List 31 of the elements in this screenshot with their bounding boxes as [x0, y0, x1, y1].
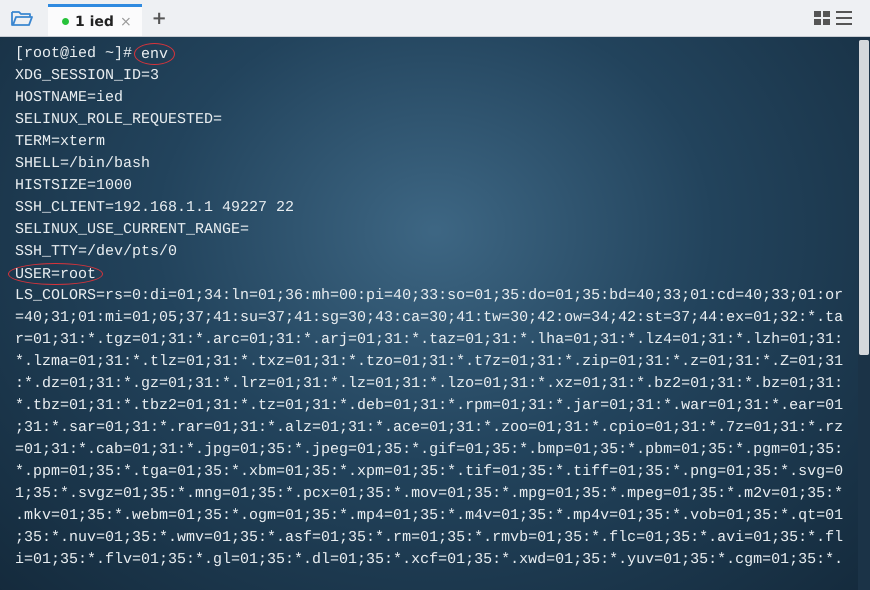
output-line: SHELL=/bin/bash	[15, 154, 150, 174]
output-line: SSH_CLIENT=192.168.1.1 49227 22	[15, 198, 294, 218]
output-line: r=01;31:*.tgz=01;31:*.arc=01;31:*.arj=01;31:*.taz=01;31:*.lha=01;31:*.lz4=01;31:*.lzh=01;31:	[15, 330, 844, 350]
output-line: LS_COLORS=rs=0:di=01;34:ln=01;36:mh=00:pi=40;33:so=01;35:do=01;35:bd=40;33;01:cd=40;33;01:or	[15, 286, 844, 306]
output-line: SELINUX_ROLE_REQUESTED=	[15, 110, 222, 130]
output-line: ;35:*.nuv=01;35:*.wmv=01;35:*.asf=01;35:*.rm=01;35:*.rmvb=01;35:*.flc=01;35:*.avi=01;35:*.fl	[15, 528, 844, 548]
output-line: .mkv=01;35:*.webm=01;35:*.ogm=01;35:*.mp4=01;35:*.m4v=01;35:*.mp4v=01;35:*.vob=01;35:*.qt=01	[15, 506, 844, 526]
output-line: ;31:*.sar=01;31:*.rar=01;31:*.alz=01;31:*.ace=01;31:*.zoo=01;31:*.cpio=01;31:*.7z=01;31:*.rz	[15, 418, 844, 438]
output-line: i=01;35:*.flv=01;35:*.gl=01;35:*.dl=01;35:*.xcf=01;35:*.xwd=01;35:*.yuv=01;35:*.cgm=01;35:*.	[15, 550, 844, 570]
output-line: *.tbz=01;31:*.tbz2=01;31:*.tz=01;31:*.deb=01;31:*.rpm=01;31:*.jar=01;31:*.war=01;31:*.ear=01	[15, 396, 844, 416]
output-line: :*.dz=01;31:*.gz=01;31:*.lrz=01;31:*.lz=01;31:*.lzo=01;31:*.xz=01;31:*.bz2=01;31:*.bz=01;31:	[15, 374, 844, 394]
scrollbar[interactable]	[858, 37, 870, 590]
output-line: SELINUX_USE_CURRENT_RANGE=	[15, 220, 250, 240]
output-line: 1;35:*.svgz=01;35:*.mng=01;35:*.pcx=01;35:*.mov=01;35:*.mpg=01;35:*.mpeg=01;35:*.m2v=01;35:*	[15, 484, 844, 504]
output-line: HISTSIZE=1000	[15, 176, 132, 196]
grid-icon[interactable]	[814, 11, 830, 25]
output-line: *.lzma=01;31:*.tlz=01;31:*.txz=01;31:*.tzo=01;31:*.t7z=01;31:*.zip=01;31:*.z=01;31:*.Z=01;31	[15, 352, 844, 372]
shell-prompt: [root@ied ~]#	[15, 44, 132, 64]
output-line: TERM=xterm	[15, 132, 106, 152]
menu-icon[interactable]	[836, 11, 852, 25]
scrollbar-thumb[interactable]	[859, 40, 869, 355]
output-line: SSH_TTY=/dev/pts/0	[15, 242, 178, 262]
output-line: *.ppm=01;35:*.tga=01;35:*.xbm=01;35:*.xpm=01;35:*.tif=01;35:*.tiff=01;35:*.png=01;35:*.svg=0	[15, 462, 844, 482]
new-tab-button[interactable]: +	[152, 8, 167, 28]
output-line: HOSTNAME=ied	[15, 88, 124, 108]
typed-command: env	[134, 43, 176, 65]
session-tab[interactable]: 1 ied ×	[48, 4, 142, 36]
output-line: =01;31:*.cab=01;31:*.jpg=01;35:*.jpeg=01;35:*.gif=01;35:*.bmp=01;35:*.pbm=01;35:*.pgm=01;35:	[15, 440, 844, 460]
output-line: XDG_SESSION_ID=3	[15, 66, 160, 86]
folder-icon[interactable]	[10, 8, 34, 28]
output-line: =40;31;01:mi=01;05;37;41:su=37;41:sg=30;43:ca=30;41:tw=30;42:ow=34;42:st=37;44:ex=01;32:*.ta	[15, 308, 844, 328]
